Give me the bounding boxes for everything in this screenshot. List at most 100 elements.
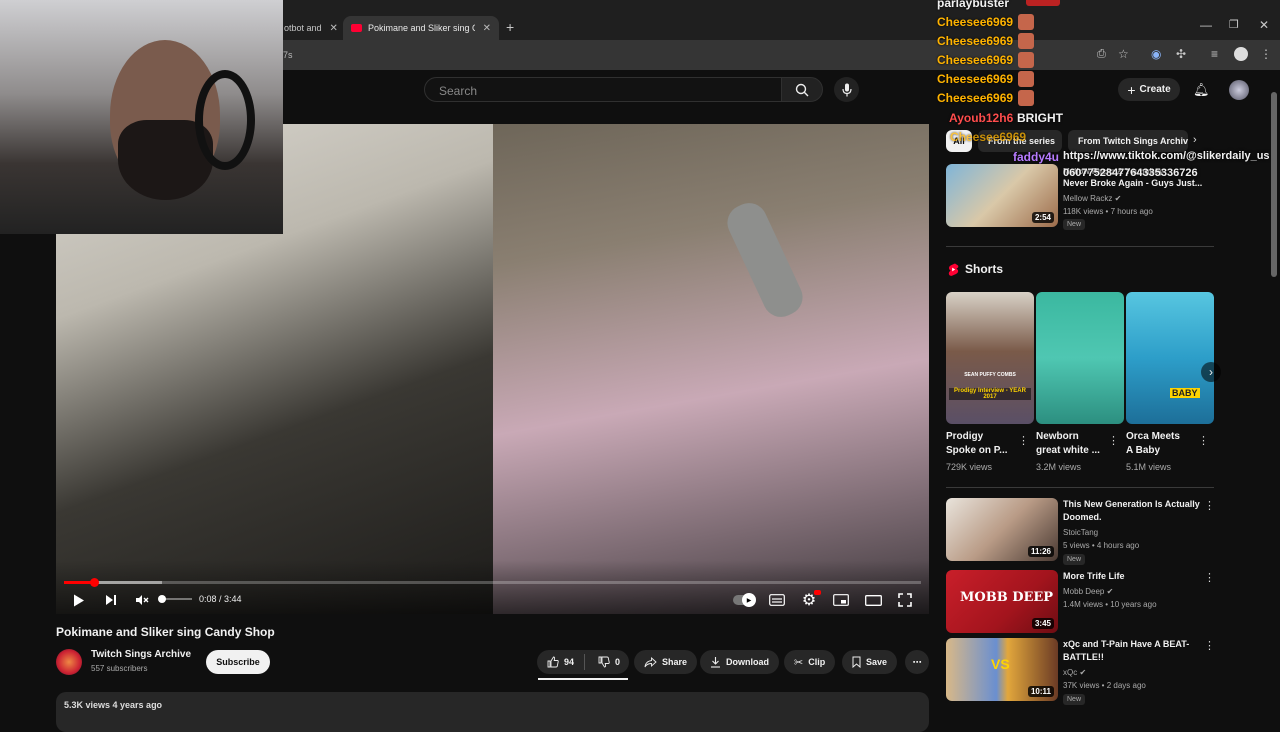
like-button[interactable]: 94 [537,654,586,670]
chat-username: Cheesee6969 [950,130,1027,144]
description-box[interactable]: 5.3K views 4 years ago [56,692,929,732]
next-button[interactable] [102,590,120,610]
save-button[interactable]: Save [842,650,898,674]
share-button[interactable]: Share [634,650,698,674]
short-title-line2[interactable]: great white ... [1036,444,1100,458]
video-meta: 37K views • 2 days ago [1063,681,1146,690]
more-options-icon[interactable]: ⋮ [1204,571,1215,584]
more-horizontal-icon: ⋯ [912,656,922,667]
restore-window-icon[interactable]: ❐ [1229,18,1239,31]
short-thumbnail[interactable]: BABY [1126,292,1214,424]
browser-menu-icon[interactable]: ⋮ [1260,47,1272,61]
short-title-line1[interactable]: Prodigy [946,430,983,444]
more-actions-button[interactable]: ⋯ [905,650,929,674]
video-title-line2[interactable]: Doomed. [1063,511,1102,524]
progress-bar[interactable] [64,581,921,584]
thumb-caption: VS [991,656,1010,672]
profile-avatar-icon[interactable] [1234,47,1248,61]
settings-button[interactable]: ⚙ [800,590,821,610]
clip-button[interactable]: ✂ Clip [784,650,836,674]
autoplay-toggle[interactable]: ▶ [733,590,756,610]
channel-name[interactable]: Twitch Sings Archive [91,649,191,660]
short-thumb-subcaption: Prodigy Interview - YEAR 2017 [949,388,1031,400]
channel-avatar[interactable] [56,649,82,675]
account-avatar[interactable] [1229,80,1249,100]
plus-icon: + [1127,81,1136,98]
notifications-bell-icon[interactable]: 🔔︎ [1193,82,1210,98]
browser-tab-2[interactable]: Pokimane and Sliker sing C ✕ [343,16,499,40]
miniplayer-button[interactable] [832,590,850,610]
shorts-heading-label: Shorts [965,262,1004,276]
short-thumb-caption: SEAN PUFFY COMBS [964,372,1016,378]
video-title-line2[interactable]: BATTLE!! [1063,651,1104,664]
chat-emote [1018,90,1034,106]
channel-name[interactable]: StoicTang [1063,526,1098,539]
new-tab-plus-icon[interactable]: + [506,19,514,35]
channel-label: Mobb Deep [1063,587,1105,596]
shorts-next-arrow-icon[interactable]: › [1201,362,1221,382]
video-thumbnail[interactable]: 2:54 [946,164,1058,227]
short-title-line1[interactable]: Newborn [1036,430,1079,444]
theater-mode-button[interactable] [864,590,882,610]
video-thumbnail[interactable]: VS 10:11 [946,638,1058,701]
tab-close-icon[interactable]: ✕ [483,23,491,34]
thumbs-up-icon [547,656,559,668]
search-icon [795,83,809,96]
chips-next-chevron-icon[interactable]: › [1193,134,1197,146]
more-options-icon[interactable]: ⋮ [1204,499,1215,512]
page-scrollbar-thumb[interactable] [1271,92,1277,277]
short-title-line2[interactable]: Spoke on P... [946,444,1008,458]
tab-close-icon[interactable]: ✕ [330,23,338,34]
video-title-line1[interactable]: This New Generation Is Actually [1063,498,1200,511]
section-divider [946,246,1214,247]
browser-tab-1[interactable]: otbot and ✕ [276,16,342,40]
subscribe-button[interactable]: Subscribe [206,650,270,674]
chat-username: Cheesee6969 [937,15,1014,29]
more-options-icon[interactable]: ⋮ [1204,639,1215,652]
video-title-line1[interactable]: More Trife Life [1063,570,1125,583]
channel-name[interactable]: xQc ✔︎ [1063,666,1086,679]
voice-search-button[interactable] [834,77,859,102]
channel-name[interactable]: Mellow Rackz ✔︎ [1063,192,1121,205]
install-app-icon[interactable]: ⎙ [1097,48,1106,61]
extensions-puzzle-icon[interactable]: ✣ [1176,47,1186,61]
mute-button[interactable] [133,590,151,610]
volume-slider[interactable] [162,598,192,600]
search-button[interactable] [781,77,823,102]
chip-from-channel[interactable]: From Twitch Sings Archive [1068,130,1188,152]
scrubber-handle[interactable] [90,578,99,587]
minimize-window-icon[interactable]: — [1200,18,1212,32]
url-fragment[interactable]: 7s [283,50,293,60]
dislike-button[interactable]: 0 [590,656,628,668]
more-options-icon[interactable]: ⋮ [1198,434,1209,447]
video-thumbnail[interactable]: MOBB DEEP 3:45 [946,570,1058,633]
search-input[interactable]: Search [424,77,782,102]
short-thumbnail[interactable] [1036,292,1124,424]
reading-list-icon[interactable]: ≡ [1211,47,1218,61]
play-button[interactable] [70,590,88,610]
channel-label: Mellow Rackz [1063,194,1113,203]
close-window-icon[interactable]: ✕ [1259,18,1269,32]
create-button[interactable]: + Create [1118,78,1180,101]
short-title-line2[interactable]: A Baby [1126,444,1160,458]
short-title-line1[interactable]: Orca Meets [1126,430,1180,444]
extension-audio-icon[interactable]: ◉ [1151,47,1161,61]
chip-label: From Twitch Sings Archive [1078,136,1188,146]
subscriber-count: 557 subscribers [91,664,148,673]
video-title-line1[interactable]: xQc and T-Pain Have A BEAT- [1063,638,1189,651]
fullscreen-button[interactable] [896,590,914,610]
more-options-icon[interactable]: ⋮ [1108,434,1119,447]
bookmark-star-icon[interactable]: ☆ [1118,47,1129,61]
chat-username: Cheesee6969 [937,72,1014,86]
short-thumbnail[interactable]: SEAN PUFFY COMBS Prodigy Interview - YEA… [946,292,1034,424]
views-and-date: 5.3K views 4 years ago [64,700,163,710]
more-options-icon[interactable]: ⋮ [1018,434,1029,447]
subtitles-button[interactable] [768,590,786,610]
download-button[interactable]: Download [700,650,779,674]
share-label: Share [662,657,688,667]
video-title: Pokimane and Sliker sing Candy Shop [56,625,275,639]
chat-username: Cheesee6969 [937,53,1014,67]
volume-slider-handle[interactable] [158,595,166,603]
video-thumbnail[interactable]: 11:26 [946,498,1058,561]
channel-name[interactable]: Mobb Deep ✔︎ [1063,585,1113,598]
